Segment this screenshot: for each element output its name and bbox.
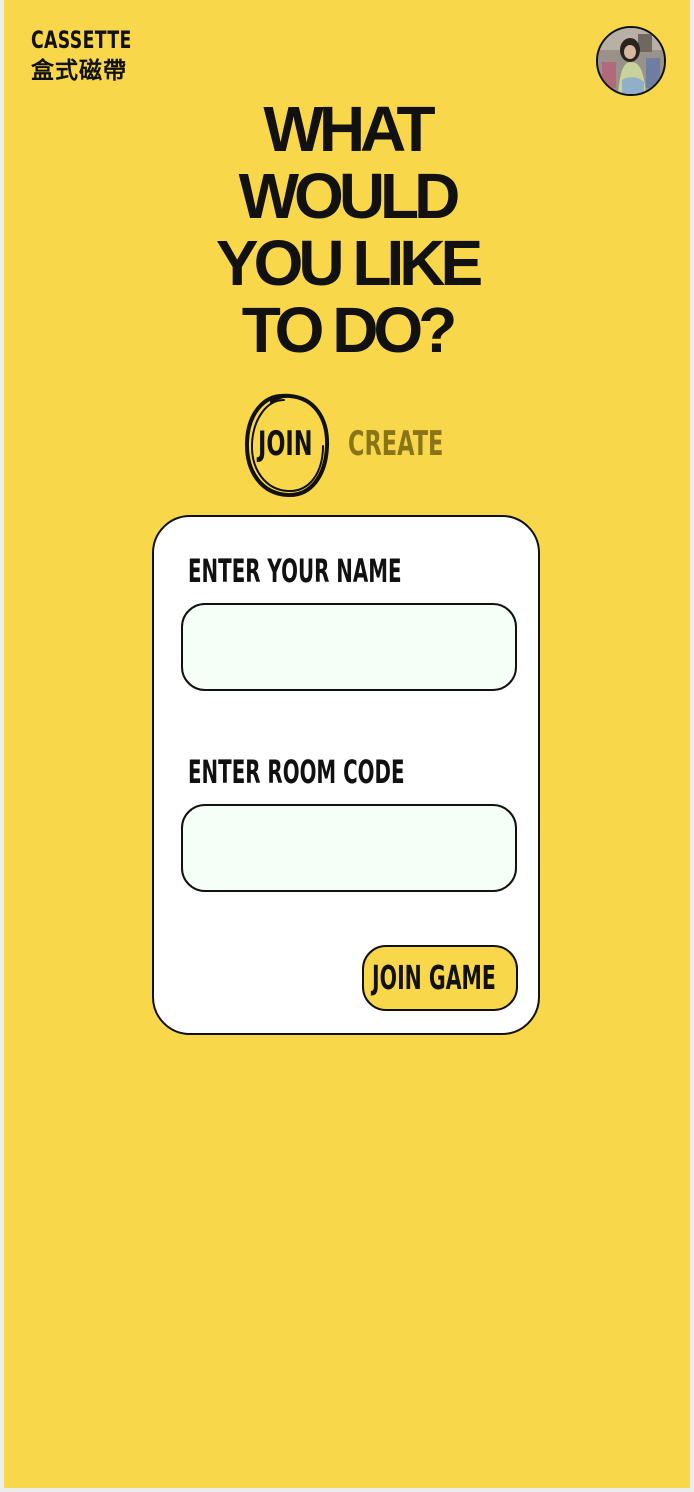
brand-logo: CASSETTE 盒式磁帶 xyxy=(31,26,171,88)
join-game-button[interactable]: JOIN GAME xyxy=(362,945,518,1011)
tab-join[interactable]: JOIN xyxy=(258,424,313,464)
room-code-field-label: ENTER ROOM CODE xyxy=(188,753,405,791)
page-headline: WHAT WOULD YOU LIKE TO DO? xyxy=(4,96,690,364)
avatar-photo-icon xyxy=(598,28,664,94)
name-field-label: ENTER YOUR NAME xyxy=(188,552,402,590)
name-input[interactable] xyxy=(181,603,517,691)
headline-line: TO DO? xyxy=(241,294,458,366)
tab-create[interactable]: CREATE xyxy=(348,424,443,464)
brand-name-english: CASSETTE xyxy=(31,26,132,54)
join-screen: CASSETTE 盒式磁帶 WHAT WOULD YOU LIKE TO DO?… xyxy=(4,0,690,1488)
brand-name-chinese: 盒式磁帶 xyxy=(31,58,127,84)
headline-line: WHAT xyxy=(263,93,435,165)
join-game-button-label: JOIN GAME xyxy=(372,958,496,997)
headline-line: YOU LIKE xyxy=(215,227,483,299)
mode-tabs: JOIN CREATE xyxy=(4,392,690,498)
headline-line: WOULD xyxy=(238,160,461,232)
room-code-input[interactable] xyxy=(181,804,517,892)
user-avatar[interactable] xyxy=(596,26,666,96)
join-form-card: ENTER YOUR NAME ENTER ROOM CODE JOIN GAM… xyxy=(152,515,540,1035)
